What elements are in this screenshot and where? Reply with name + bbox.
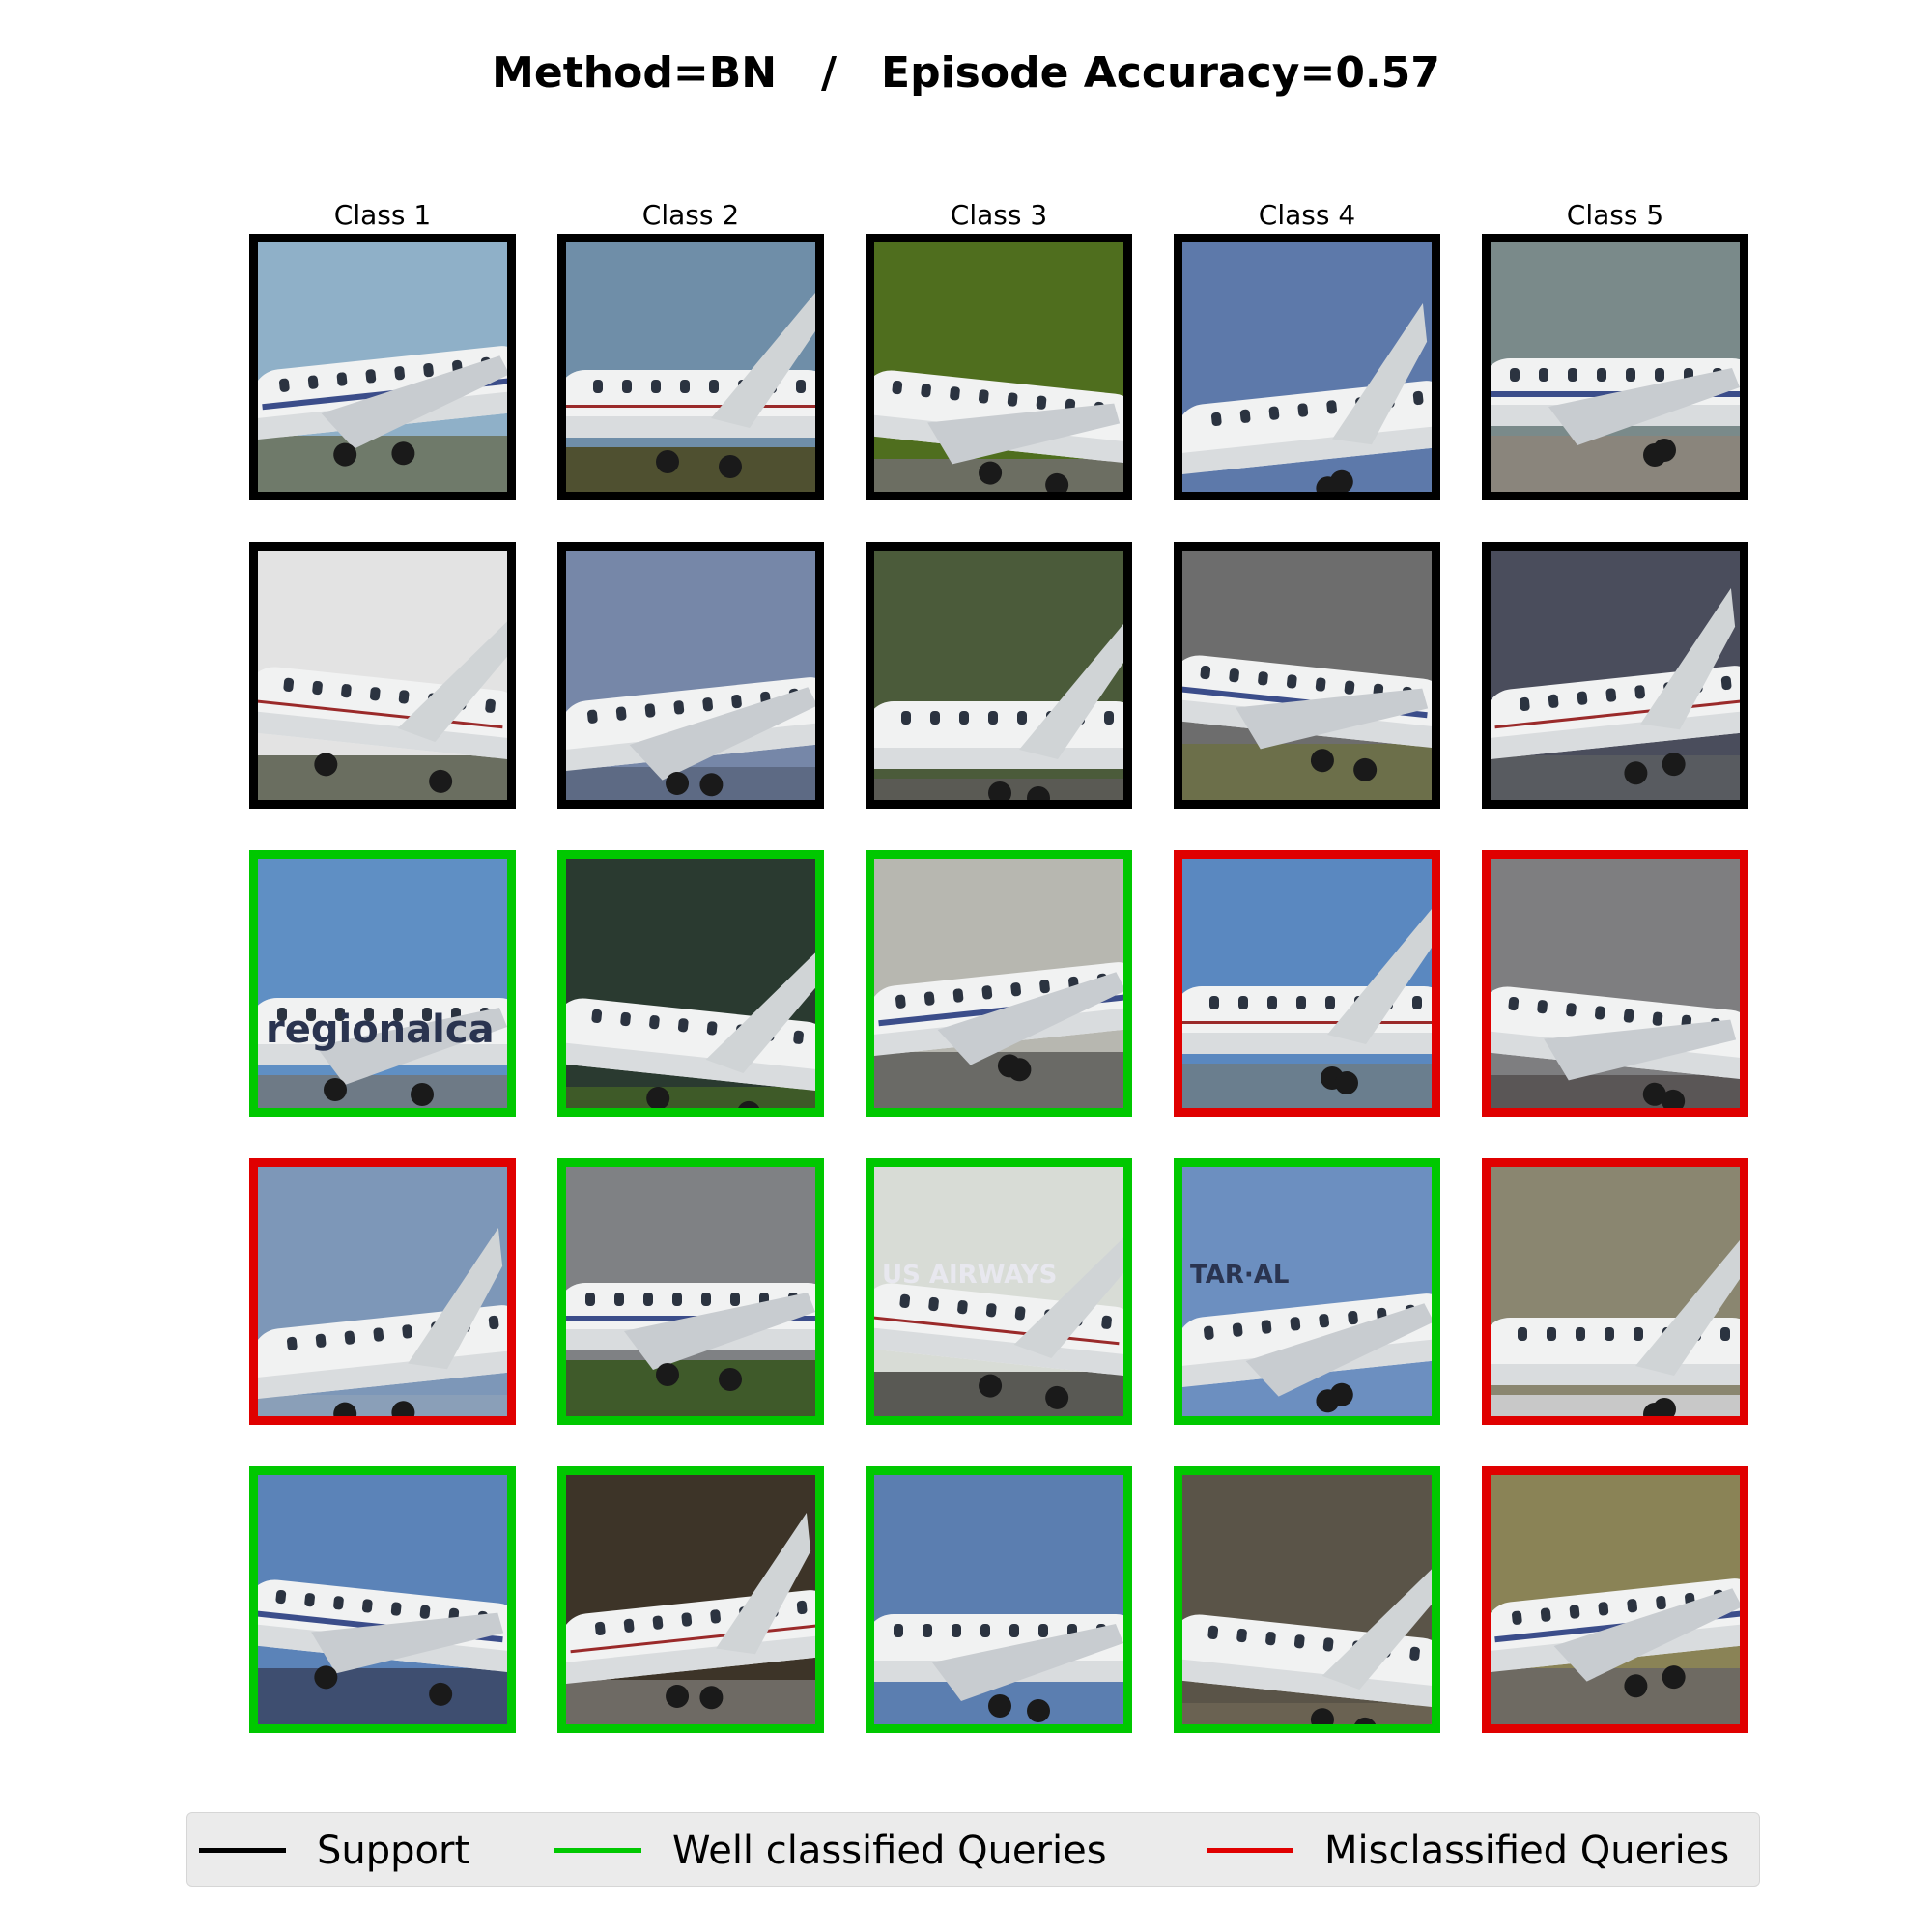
- thumbnail-r2-c5-support: [1482, 542, 1748, 809]
- thumbnail-r1-c3-support: [866, 234, 1132, 500]
- thumbnail-r4-c3-well-classified: US AIRWAYS: [866, 1158, 1132, 1425]
- thumbnail-r3-c4-misclassified: [1174, 850, 1440, 1117]
- thumbnail-r1-c4-support: [1174, 234, 1440, 500]
- thumbnail-r4-c2-well-classified: [557, 1158, 824, 1425]
- thumbnail-r5-c3-well-classified: [866, 1466, 1132, 1733]
- figure-title: Method=BN / Episode Accuracy=0.57: [492, 48, 1440, 98]
- thumbnail-r3-c1-well-classified: regionalca: [249, 850, 516, 1117]
- thumbnail-r2-c2-support: [557, 542, 824, 809]
- class-label-4: Class 4: [1258, 199, 1356, 231]
- thumbnail-r1-c2-support: [557, 234, 824, 500]
- image-text-r3c2: US AIRWAYS: [882, 1261, 1057, 1290]
- class-label-5: Class 5: [1566, 199, 1664, 231]
- thumbnail-r5-c5-misclassified: [1482, 1466, 1748, 1733]
- thumbnail-r5-c2-well-classified: [557, 1466, 824, 1733]
- thumbnail-r2-c3-support: [866, 542, 1132, 809]
- legend-item-well-classified: Well classified Queries: [554, 1813, 1107, 1888]
- legend-line-well-classified: [554, 1848, 641, 1853]
- thumbnail-r3-c3-well-classified: [866, 850, 1132, 1117]
- legend-label-support: Support: [317, 1828, 470, 1873]
- thumbnail-r1-c1-support: [249, 234, 516, 500]
- thumbnail-r3-c5-misclassified: [1482, 850, 1748, 1117]
- legend-label-misclassified: Misclassified Queries: [1324, 1828, 1730, 1873]
- legend-label-well-classified: Well classified Queries: [672, 1828, 1107, 1873]
- image-text-r3c3: TAR·AL: [1190, 1261, 1289, 1290]
- class-label-1: Class 1: [333, 199, 432, 231]
- legend-line-misclassified: [1207, 1848, 1293, 1853]
- thumbnail-r2-c4-support: [1174, 542, 1440, 809]
- legend: Support Well classified Queries Misclass…: [186, 1812, 1760, 1887]
- thumbnail-r1-c5-support: [1482, 234, 1748, 500]
- thumbnail-r5-c4-well-classified: [1174, 1466, 1440, 1733]
- image-text-r2c0: regionalca: [266, 1008, 495, 1052]
- thumbnail-r3-c2-well-classified: [557, 850, 824, 1117]
- class-label-2: Class 2: [641, 199, 740, 231]
- thumbnail-r5-c1-well-classified: [249, 1466, 516, 1733]
- class-label-3: Class 3: [950, 199, 1048, 231]
- legend-item-support: Support: [199, 1813, 469, 1888]
- thumbnail-r4-c4-well-classified: TAR·AL: [1174, 1158, 1440, 1425]
- thumbnail-r4-c5-misclassified: [1482, 1158, 1748, 1425]
- legend-line-support: [199, 1848, 286, 1853]
- thumbnail-r4-c1-misclassified: [249, 1158, 516, 1425]
- legend-item-misclassified: Misclassified Queries: [1207, 1813, 1729, 1888]
- thumbnail-r2-c1-support: [249, 542, 516, 809]
